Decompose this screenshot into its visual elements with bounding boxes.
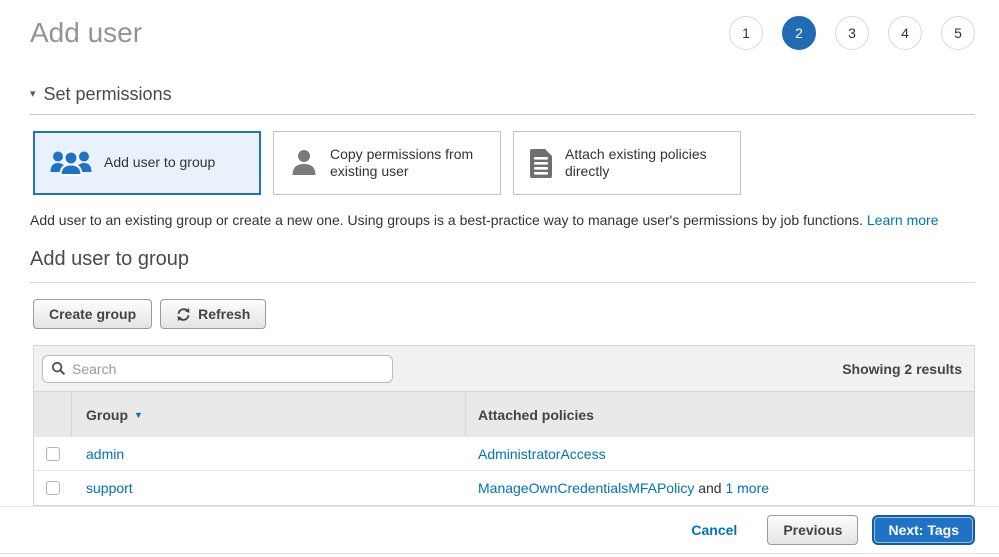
next-tags-button[interactable]: Next: Tags	[872, 515, 975, 545]
description-text: Add user to an existing group or create …	[30, 212, 863, 228]
learn-more-link[interactable]: Learn more	[867, 212, 939, 228]
sort-desc-icon: ▼	[134, 410, 143, 420]
policies-column-label: Attached policies	[478, 407, 594, 423]
page-title: Add user	[30, 17, 142, 49]
search-box[interactable]	[42, 355, 393, 383]
policy-document-icon	[528, 148, 555, 179]
group-actions: Create group Refresh	[33, 299, 975, 329]
column-header-group[interactable]: Group ▼	[72, 392, 466, 437]
set-permissions-title: Set permissions	[44, 84, 172, 105]
option-label: Copy permissions from existing user	[330, 146, 490, 181]
user-group-icon	[48, 148, 94, 179]
table-toolbar: Showing 2 results	[34, 346, 974, 392]
group-column-label: Group	[86, 407, 128, 423]
option-copy-permissions[interactable]: Copy permissions from existing user	[273, 131, 501, 195]
more-policies-link[interactable]: 1 more	[725, 480, 769, 496]
option-label: Attach existing policies directly	[565, 146, 730, 181]
step-3: 3	[835, 16, 869, 50]
refresh-label: Refresh	[198, 306, 250, 322]
table-header-row: Group ▼ Attached policies	[34, 392, 974, 437]
groups-table: Showing 2 results Group ▼ Attached polic…	[33, 345, 975, 506]
and-text: and	[698, 480, 721, 496]
option-attach-policies[interactable]: Attach existing policies directly	[513, 131, 741, 195]
user-icon	[288, 147, 320, 179]
table-row: support ManageOwnCredentialsMFAPolicy an…	[34, 471, 974, 505]
refresh-icon	[176, 307, 191, 322]
previous-button[interactable]: Previous	[767, 515, 858, 545]
results-count: Showing 2 results	[842, 361, 962, 377]
add-user-to-group-heading: Add user to group	[30, 248, 975, 283]
policy-link[interactable]: ManageOwnCredentialsMFAPolicy	[478, 480, 694, 496]
option-add-user-to-group[interactable]: Add user to group	[33, 131, 261, 195]
step-1: 1	[729, 16, 763, 50]
cancel-link[interactable]: Cancel	[691, 522, 737, 538]
step-5: 5	[941, 16, 975, 50]
group-link[interactable]: support	[86, 480, 133, 496]
create-group-button[interactable]: Create group	[33, 299, 152, 329]
wizard-steps: 1 2 3 4 5	[729, 16, 975, 50]
group-link[interactable]: admin	[86, 446, 124, 462]
wizard-footer: Cancel Previous Next: Tags	[0, 506, 999, 554]
select-all-column	[34, 392, 72, 437]
table-row: admin AdministratorAccess	[34, 437, 974, 471]
option-label: Add user to group	[104, 154, 215, 172]
refresh-button[interactable]: Refresh	[160, 299, 266, 329]
page-header: Add user 1 2 3 4 5	[0, 0, 999, 50]
row-checkbox-admin[interactable]	[46, 447, 60, 461]
search-icon	[51, 361, 66, 376]
group-description: Add user to an existing group or create …	[30, 212, 975, 228]
row-checkbox-support[interactable]	[46, 481, 60, 495]
step-2-active: 2	[782, 16, 816, 50]
set-permissions-section-toggle[interactable]: ▾ Set permissions	[30, 84, 975, 115]
column-header-attached-policies: Attached policies	[466, 392, 974, 437]
step-4: 4	[888, 16, 922, 50]
policy-link[interactable]: AdministratorAccess	[478, 446, 606, 462]
chevron-down-icon: ▾	[30, 89, 36, 100]
search-input[interactable]	[72, 361, 384, 377]
permission-option-cards: Add user to group Copy permissions from …	[33, 131, 975, 195]
